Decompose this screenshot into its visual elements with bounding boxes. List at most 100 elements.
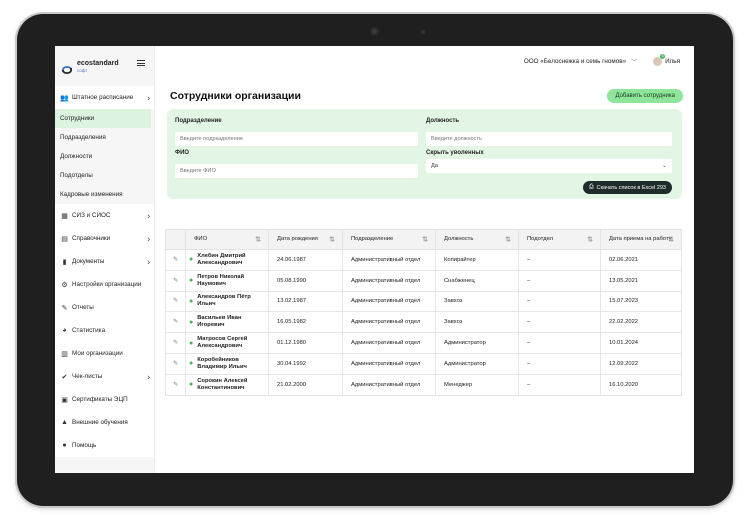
pencil-icon: ✎ [61,304,68,312]
sensor [421,30,425,34]
select-value: Да [431,163,438,169]
edit-icon[interactable]: ✎ [165,290,186,313]
header-position[interactable]: Должность ⇅ [435,229,519,250]
employee-name[interactable]: ● Петров Николай Наумович [185,269,269,292]
sidebar-item-label: Внешние обучения [72,419,128,426]
add-employee-button[interactable]: Добавить сотрудника [607,89,683,103]
table-row[interactable]: ✎ ● Петров Николай Наумович 05.08.1990 Админ… [165,269,682,292]
sidebar-item-label: Должности [60,153,93,160]
chevron-right-icon: › [147,257,150,266]
edit-icon[interactable]: ✎ [165,352,186,375]
sidebar-item-statistics[interactable]: ◕ Статистика [55,319,154,342]
employee-name[interactable]: ● Сорокин Алексей Константинович [185,373,269,396]
edit-icon[interactable]: ✎ [165,373,186,396]
user-menu[interactable]: 3 Илья [653,53,680,66]
sort-icon[interactable]: ⇅ [329,236,335,243]
fio-input[interactable] [175,164,418,178]
sidebar-item-help[interactable]: ● Помощь [55,434,154,457]
person-icon: ● [189,381,194,389]
header-hired[interactable]: Дата приема на работу ⇅ [600,229,682,250]
sidebar-item-certificates[interactable]: ▣ Сертификаты ЭЦП [55,388,154,411]
hide-fired-select[interactable]: Да ⌄ [426,159,672,173]
filter-label: Скрыть уволенных [426,150,484,156]
table-row[interactable]: ✎ ● Сорокин Алексей Константинович 21.02.20… [165,373,682,396]
table-header-row: ФИО ⇅ Дата рождения ⇅ Подразделение ⇅ Должн… [165,229,682,250]
filter-position: Должность [426,118,672,146]
birth-date: 13.02.1987 [268,290,343,313]
sidebar-item-siz[interactable]: ▦ СИЗ и СИОС › [55,204,154,227]
sidebar-item-my-orgs[interactable]: ▥ Мои организации [55,342,154,365]
menu-icon[interactable] [137,60,145,66]
edit-icon[interactable]: ✎ [165,311,186,334]
sidebar-item-label: Отчеты [72,304,94,311]
chevron-right-icon: › [147,234,150,243]
sidebar-item-employees[interactable]: Сотрудники [55,109,151,128]
sidebar-item-references[interactable]: ▤ Справочники › [55,227,154,250]
sidebar-item-external-training[interactable]: ▲ Внешние обучения [55,411,154,434]
sidebar: ecostandard софт 👥 Штатное расписание › … [55,46,155,473]
check-icon: ✔ [61,373,68,381]
sort-icon[interactable]: ⇅ [668,236,674,243]
sidebar-item-hr-changes[interactable]: Кадровые изменения [55,185,154,204]
subdivision: – [518,249,601,271]
department: Административный отдел [342,311,436,334]
department-input[interactable] [175,132,418,146]
employee-name[interactable]: ● Васильев Иван Игоревич [185,311,269,334]
camera [370,27,379,36]
subdivision: – [518,332,601,354]
chevron-down-icon: ⌄ [661,163,667,169]
position: Завхоз [435,290,519,313]
sidebar-item-org-settings[interactable]: ⚙ Настройки организации [55,273,154,296]
subdivision: – [518,352,601,375]
org-selector[interactable]: ООО «Белоснежка и семь гномов» ﹀ [524,57,637,66]
table-row[interactable]: ✎ ● Васильев Иван Игоревич 16.05.1982 Админи… [165,311,682,334]
sort-icon[interactable]: ⇅ [505,236,511,243]
main-content: ООО «Белоснежка и семь гномов» ﹀ 3 Илья … [155,46,694,473]
header-edit [165,229,186,250]
sidebar-item-departments[interactable]: Подразделения [55,128,154,147]
employee-name[interactable]: ● Александров Пётр Ильич [185,290,269,313]
person-icon: ● [189,256,194,264]
sidebar-item-label: Подотделы [60,172,93,179]
birth-date: 30.04.1992 [268,352,343,375]
header-department[interactable]: Подразделение ⇅ [342,229,436,250]
sidebar-item-staffing[interactable]: 👥 Штатное расписание › [55,86,154,109]
page-title: Сотрудники организации [170,90,301,102]
grid-icon: ▦ [61,212,68,220]
edit-icon[interactable]: ✎ [165,269,186,292]
sidebar-item-documents[interactable]: ▮ Документы › [55,250,154,273]
download-excel-button[interactable]: ⎙ Скачать список в Excel 293 [582,181,672,194]
sort-icon[interactable]: ⇅ [422,236,428,243]
sort-icon[interactable]: ⇅ [587,236,593,243]
chevron-right-icon: › [147,93,150,102]
header-fio[interactable]: ФИО ⇅ [185,229,269,250]
table-row[interactable]: ✎ ● Хлебин Дмитрий Александрович 24.06.1987… [165,249,682,271]
sidebar-item-label: Справочники [72,235,111,242]
edit-icon[interactable]: ✎ [165,332,186,354]
header-subdivision[interactable]: Подотдел ⇅ [518,229,601,250]
sidebar-item-checklists[interactable]: ✔ Чек-листы › [55,365,154,388]
table-row[interactable]: ✎ ● Коробейников Владимир Ильич 30.04.1992 А… [165,352,682,375]
sidebar-item-reports[interactable]: ✎ Отчеты [55,296,154,319]
birth-date: 21.02.2000 [268,373,343,396]
sidebar-item-subdivisions[interactable]: Подотделы [55,166,154,185]
table-row[interactable]: ✎ ● Матросов Сергей Александрович 01.12.198… [165,332,682,354]
table-row[interactable]: ✎ ● Александров Пётр Ильич 13.02.1987 Админи… [165,290,682,313]
printer-icon: ⎙ [588,184,594,190]
sidebar-item-label: Помощь [72,442,97,449]
user-name: Илья [665,57,680,65]
logo[interactable]: ecostandard софт [55,52,154,82]
header-birth[interactable]: Дата рождения ⇅ [268,229,343,250]
edit-icon[interactable]: ✎ [165,249,186,271]
sort-icon[interactable]: ⇅ [255,236,261,243]
position-input[interactable] [426,132,672,146]
sidebar-item-label: СИЗ и СИОС [72,212,111,219]
sidebar-item-positions[interactable]: Должности [55,147,154,166]
filter-label: Подразделение [175,118,222,124]
sidebar-item-label: Документы [72,258,105,265]
sidebar-nav: 👥 Штатное расписание › Сотрудники Подраз… [55,86,154,457]
hire-date: 13.05.2021 [600,269,682,292]
employee-name[interactable]: ● Коробейников Владимир Ильич [185,352,269,375]
employee-name[interactable]: ● Хлебин Дмитрий Александрович [185,249,269,271]
employee-name[interactable]: ● Матросов Сергей Александрович [185,332,269,354]
